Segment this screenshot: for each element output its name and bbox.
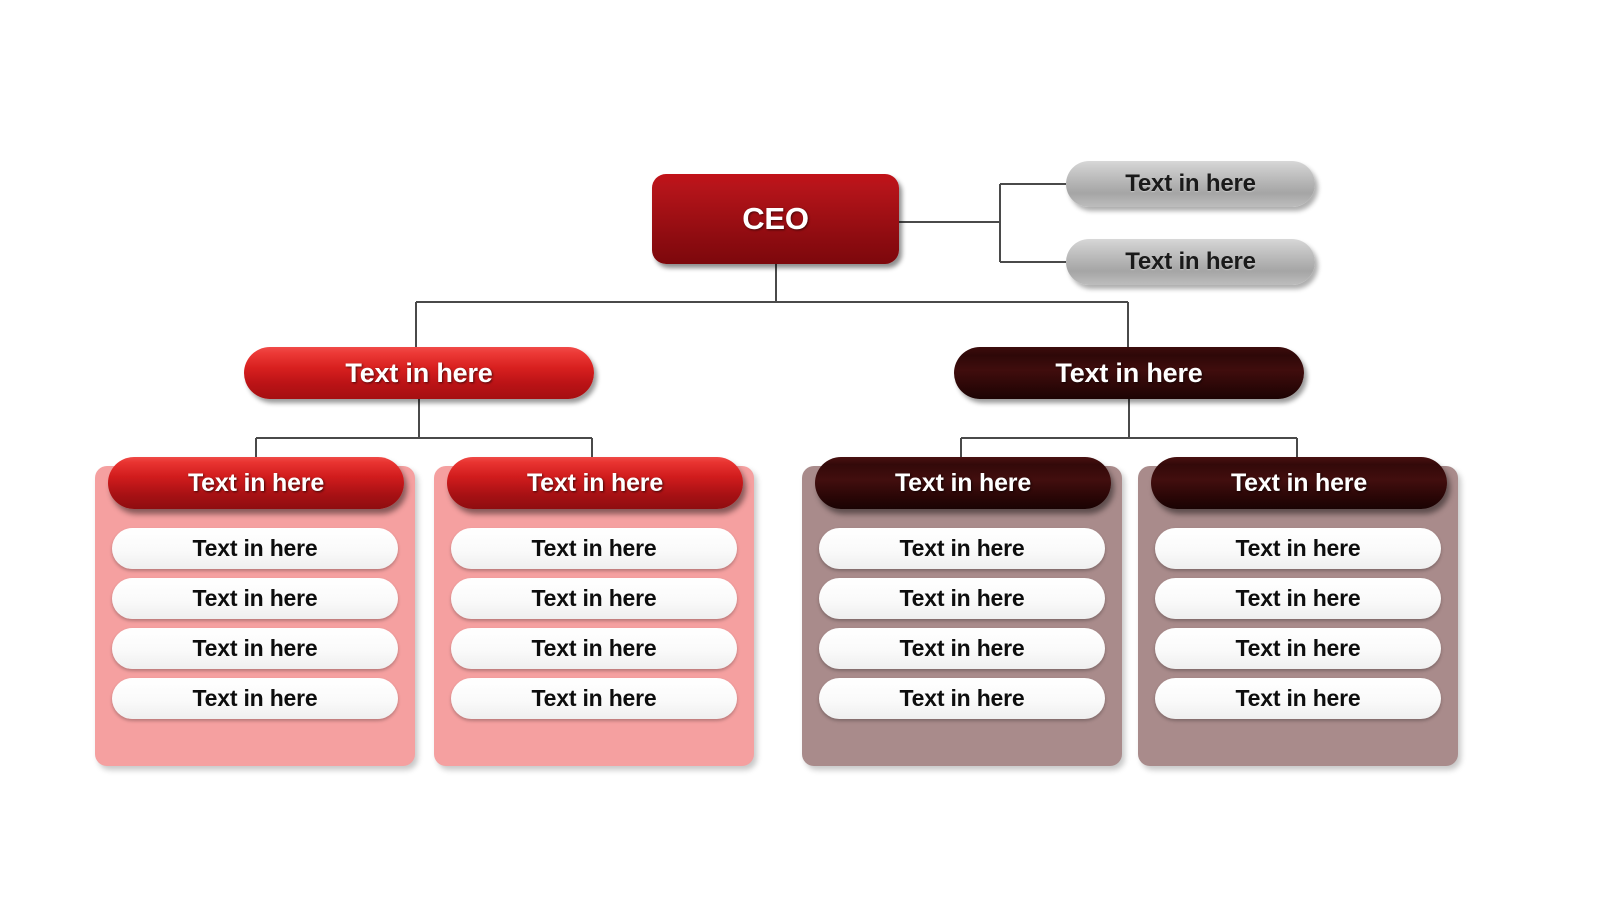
group-0-item-2-label: Text in here — [192, 635, 318, 661]
node-division-1[interactable]: Text in here — [954, 347, 1304, 399]
group-1-item-0-label: Text in here — [531, 535, 657, 561]
group-2-item-3-label: Text in here — [899, 685, 1025, 711]
list-item[interactable]: Text in here — [112, 578, 398, 619]
group-0-item-3-label: Text in here — [192, 685, 318, 711]
list-item[interactable]: Text in here — [1155, 528, 1441, 569]
node-ceo-label: CEO — [742, 201, 809, 236]
node-division-0[interactable]: Text in here — [244, 347, 594, 399]
group-panel-2: Text in here Text in here Text in here T… — [802, 457, 1122, 766]
node-ceo[interactable]: CEO — [652, 174, 899, 264]
list-item[interactable]: Text in here — [819, 528, 1105, 569]
node-staff-1-label: Text in here — [1125, 248, 1256, 275]
group-0-items: Text in here Text in here Text in here T… — [95, 528, 415, 719]
group-3-item-0-label: Text in here — [1235, 535, 1361, 561]
group-0-item-1-label: Text in here — [192, 585, 318, 611]
node-division-1-label: Text in here — [1055, 357, 1203, 388]
group-3-item-3-label: Text in here — [1235, 685, 1361, 711]
group-2-header-label: Text in here — [894, 468, 1032, 497]
list-item[interactable]: Text in here — [112, 628, 398, 669]
group-panel-0: Text in here Text in here Text in here T… — [95, 457, 415, 766]
group-1-item-1-label: Text in here — [531, 585, 657, 611]
list-item[interactable]: Text in here — [1155, 628, 1441, 669]
group-3-items: Text in here Text in here Text in here T… — [1138, 528, 1458, 719]
node-staff-0-label: Text in here — [1125, 170, 1256, 197]
list-item[interactable]: Text in here — [112, 528, 398, 569]
group-0-header-label: Text in here — [187, 468, 325, 497]
group-2-items: Text in here Text in here Text in here T… — [802, 528, 1122, 719]
list-item[interactable]: Text in here — [451, 678, 737, 719]
group-1-item-3-label: Text in here — [531, 685, 657, 711]
group-panel-3: Text in here Text in here Text in here T… — [1138, 457, 1458, 766]
node-staff-0[interactable]: Text in here — [1066, 161, 1315, 207]
list-item[interactable]: Text in here — [1155, 578, 1441, 619]
list-item[interactable]: Text in here — [451, 628, 737, 669]
group-1-header[interactable]: Text in here — [447, 457, 743, 509]
group-2-header[interactable]: Text in here — [815, 457, 1111, 509]
node-division-0-label: Text in here — [345, 357, 493, 388]
list-item[interactable]: Text in here — [819, 578, 1105, 619]
group-3-item-2-label: Text in here — [1235, 635, 1361, 661]
org-chart: CEO Text in here Text in here Text in he… — [0, 0, 1600, 898]
list-item[interactable]: Text in here — [819, 678, 1105, 719]
group-3-header-label: Text in here — [1230, 468, 1368, 497]
list-item[interactable]: Text in here — [819, 628, 1105, 669]
group-3-item-1-label: Text in here — [1235, 585, 1361, 611]
node-staff-1[interactable]: Text in here — [1066, 239, 1315, 285]
group-1-items: Text in here Text in here Text in here T… — [434, 528, 754, 719]
group-2-item-2-label: Text in here — [899, 635, 1025, 661]
list-item[interactable]: Text in here — [1155, 678, 1441, 719]
group-1-item-2-label: Text in here — [531, 635, 657, 661]
group-2-item-0-label: Text in here — [899, 535, 1025, 561]
group-0-header[interactable]: Text in here — [108, 457, 404, 509]
group-2-item-1-label: Text in here — [899, 585, 1025, 611]
group-0-item-0-label: Text in here — [192, 535, 318, 561]
group-1-header-label: Text in here — [526, 468, 664, 497]
list-item[interactable]: Text in here — [112, 678, 398, 719]
group-3-header[interactable]: Text in here — [1151, 457, 1447, 509]
list-item[interactable]: Text in here — [451, 528, 737, 569]
list-item[interactable]: Text in here — [451, 578, 737, 619]
group-panel-1: Text in here Text in here Text in here T… — [434, 457, 754, 766]
